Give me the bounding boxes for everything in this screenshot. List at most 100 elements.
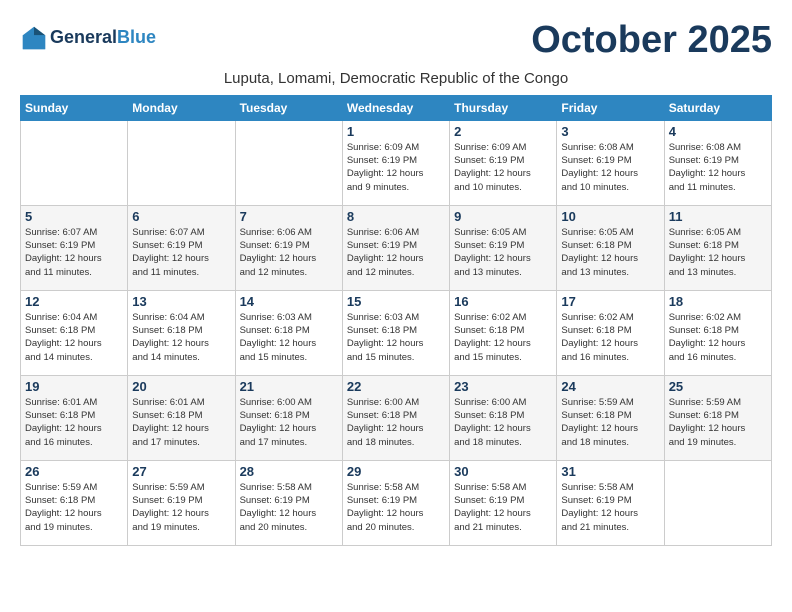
day-number: 3 [561, 124, 659, 139]
calendar-cell: 29Sunrise: 5:58 AM Sunset: 6:19 PM Dayli… [342, 460, 449, 545]
day-number: 8 [347, 209, 445, 224]
day-number: 24 [561, 379, 659, 394]
calendar-cell: 18 Sunrise: 6:02 AM Sunset: 6:18 PM Dayli… [664, 290, 771, 375]
day-info: Sunrise: 6:03 AM Sunset: 6:18 PM Dayligh… [240, 311, 338, 364]
weekday-header: Saturday [664, 95, 771, 120]
day-number: 16 [454, 294, 552, 309]
day-number: 15 [347, 294, 445, 309]
day-info: Sunrise: 6:07 AM Sunset: 6:19 PM Dayligh… [25, 226, 123, 279]
day-info: Sunrise: 6:05 AM Sunset: 6:18 PM Dayligh… [561, 226, 659, 279]
calendar-cell: 2 Sunrise: 6:09 AM Sunset: 6:19 PM Daylig… [450, 120, 557, 205]
day-info: Sunrise: 6:02 AM Sunset: 6:18 PM Dayligh… [454, 311, 552, 364]
day-number: 19 [25, 379, 123, 394]
calendar-cell [664, 460, 771, 545]
calendar-cell: 10 Sunrise: 6:05 AM Sunset: 6:18 PM Dayli… [557, 205, 664, 290]
calendar-cell: 4 Sunrise: 6:08 AM Sunset: 6:19 PM Daylig… [664, 120, 771, 205]
day-number: 25 [669, 379, 767, 394]
weekday-header: Tuesday [235, 95, 342, 120]
calendar-cell: 19 Sunrise: 6:01 AM Sunset: 6:18 PM Dayli… [21, 375, 128, 460]
day-number: 6 [132, 209, 230, 224]
calendar-cell: 26 Sunrise: 5:59 AM Sunset: 6:18 PM Dayli… [21, 460, 128, 545]
day-number: 30 [454, 464, 552, 479]
calendar-cell: 25 Sunrise: 5:59 AM Sunset: 6:18 PM Dayli… [664, 375, 771, 460]
logo-text: GeneralBlue [50, 28, 156, 48]
calendar-cell [21, 120, 128, 205]
weekday-header: Friday [557, 95, 664, 120]
calendar-cell: 27Sunrise: 5:59 AM Sunset: 6:19 PM Dayli… [128, 460, 235, 545]
day-info: Sunrise: 6:07 AM Sunset: 6:19 PM Dayligh… [132, 226, 230, 279]
calendar-cell: 3Sunrise: 6:08 AM Sunset: 6:19 PM Daylig… [557, 120, 664, 205]
day-info: Sunrise: 6:00 AM Sunset: 6:18 PM Dayligh… [454, 396, 552, 449]
calendar-week: 5 Sunrise: 6:07 AM Sunset: 6:19 PM Daylig… [21, 205, 772, 290]
calendar-cell: 15Sunrise: 6:03 AM Sunset: 6:18 PM Dayli… [342, 290, 449, 375]
day-number: 31 [561, 464, 659, 479]
calendar-cell: 24Sunrise: 5:59 AM Sunset: 6:18 PM Dayli… [557, 375, 664, 460]
calendar-cell [235, 120, 342, 205]
day-number: 26 [25, 464, 123, 479]
day-number: 21 [240, 379, 338, 394]
day-info: Sunrise: 6:01 AM Sunset: 6:18 PM Dayligh… [25, 396, 123, 449]
calendar-week: 19 Sunrise: 6:01 AM Sunset: 6:18 PM Dayli… [21, 375, 772, 460]
title-block: October 2025 [531, 20, 772, 62]
day-number: 7 [240, 209, 338, 224]
day-info: Sunrise: 5:58 AM Sunset: 6:19 PM Dayligh… [347, 481, 445, 534]
day-number: 13 [132, 294, 230, 309]
day-number: 5 [25, 209, 123, 224]
day-info: Sunrise: 6:08 AM Sunset: 6:19 PM Dayligh… [669, 141, 767, 194]
calendar-cell: 14 Sunrise: 6:03 AM Sunset: 6:18 PM Dayli… [235, 290, 342, 375]
calendar-cell: 20 Sunrise: 6:01 AM Sunset: 6:18 PM Dayli… [128, 375, 235, 460]
day-number: 22 [347, 379, 445, 394]
calendar-cell: 12Sunrise: 6:04 AM Sunset: 6:18 PM Dayli… [21, 290, 128, 375]
weekday-header: Thursday [450, 95, 557, 120]
day-info: Sunrise: 6:00 AM Sunset: 6:18 PM Dayligh… [240, 396, 338, 449]
day-info: Sunrise: 5:58 AM Sunset: 6:19 PM Dayligh… [561, 481, 659, 534]
weekday-header: Wednesday [342, 95, 449, 120]
calendar-cell: 6 Sunrise: 6:07 AM Sunset: 6:19 PM Daylig… [128, 205, 235, 290]
day-info: Sunrise: 6:09 AM Sunset: 6:19 PM Dayligh… [454, 141, 552, 194]
day-info: Sunrise: 6:04 AM Sunset: 6:18 PM Dayligh… [132, 311, 230, 364]
calendar-cell: 1 Sunrise: 6:09 AM Sunset: 6:19 PM Daylig… [342, 120, 449, 205]
calendar-week: 12Sunrise: 6:04 AM Sunset: 6:18 PM Dayli… [21, 290, 772, 375]
calendar-week: 26 Sunrise: 5:59 AM Sunset: 6:18 PM Dayli… [21, 460, 772, 545]
header: GeneralBlue October 2025 [20, 20, 772, 62]
day-info: Sunrise: 6:09 AM Sunset: 6:19 PM Dayligh… [347, 141, 445, 194]
day-number: 1 [347, 124, 445, 139]
day-number: 18 [669, 294, 767, 309]
day-number: 14 [240, 294, 338, 309]
day-info: Sunrise: 6:00 AM Sunset: 6:18 PM Dayligh… [347, 396, 445, 449]
day-info: Sunrise: 6:02 AM Sunset: 6:18 PM Dayligh… [561, 311, 659, 364]
day-number: 20 [132, 379, 230, 394]
day-number: 23 [454, 379, 552, 394]
day-info: Sunrise: 6:01 AM Sunset: 6:18 PM Dayligh… [132, 396, 230, 449]
day-number: 4 [669, 124, 767, 139]
calendar-cell: 5 Sunrise: 6:07 AM Sunset: 6:19 PM Daylig… [21, 205, 128, 290]
day-info: Sunrise: 6:06 AM Sunset: 6:19 PM Dayligh… [347, 226, 445, 279]
calendar-cell [128, 120, 235, 205]
calendar-cell: 8 Sunrise: 6:06 AM Sunset: 6:19 PM Daylig… [342, 205, 449, 290]
day-number: 9 [454, 209, 552, 224]
day-info: Sunrise: 5:59 AM Sunset: 6:19 PM Dayligh… [132, 481, 230, 534]
day-info: Sunrise: 5:59 AM Sunset: 6:18 PM Dayligh… [669, 396, 767, 449]
day-number: 17 [561, 294, 659, 309]
calendar: SundayMondayTuesdayWednesdayThursdayFrid… [20, 95, 772, 546]
day-number: 10 [561, 209, 659, 224]
header-row: SundayMondayTuesdayWednesdayThursdayFrid… [21, 95, 772, 120]
calendar-cell: 17 Sunrise: 6:02 AM Sunset: 6:18 PM Dayli… [557, 290, 664, 375]
month-title: October 2025 [531, 20, 772, 62]
day-info: Sunrise: 6:05 AM Sunset: 6:18 PM Dayligh… [669, 226, 767, 279]
day-number: 2 [454, 124, 552, 139]
calendar-cell: 7 Sunrise: 6:06 AM Sunset: 6:19 PM Daylig… [235, 205, 342, 290]
day-info: Sunrise: 5:58 AM Sunset: 6:19 PM Dayligh… [454, 481, 552, 534]
calendar-cell: 13 Sunrise: 6:04 AM Sunset: 6:18 PM Dayli… [128, 290, 235, 375]
day-info: Sunrise: 6:02 AM Sunset: 6:18 PM Dayligh… [669, 311, 767, 364]
day-info: Sunrise: 6:04 AM Sunset: 6:18 PM Dayligh… [25, 311, 123, 364]
calendar-cell: 11Sunrise: 6:05 AM Sunset: 6:18 PM Dayli… [664, 205, 771, 290]
weekday-header: Monday [128, 95, 235, 120]
calendar-cell: 9 Sunrise: 6:05 AM Sunset: 6:19 PM Daylig… [450, 205, 557, 290]
calendar-cell: 31 Sunrise: 5:58 AM Sunset: 6:19 PM Dayli… [557, 460, 664, 545]
day-info: Sunrise: 5:58 AM Sunset: 6:19 PM Dayligh… [240, 481, 338, 534]
day-info: Sunrise: 6:05 AM Sunset: 6:19 PM Dayligh… [454, 226, 552, 279]
day-info: Sunrise: 5:59 AM Sunset: 6:18 PM Dayligh… [25, 481, 123, 534]
day-info: Sunrise: 6:06 AM Sunset: 6:19 PM Dayligh… [240, 226, 338, 279]
calendar-cell: 22 Sunrise: 6:00 AM Sunset: 6:18 PM Dayli… [342, 375, 449, 460]
